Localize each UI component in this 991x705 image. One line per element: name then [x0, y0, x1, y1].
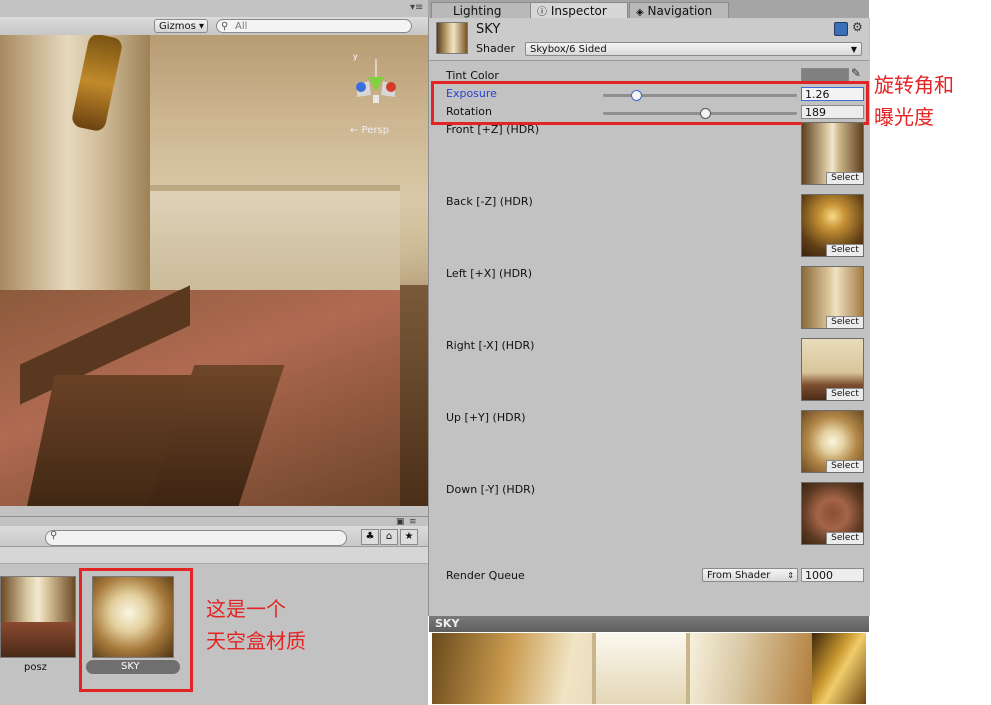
- lock-icon[interactable]: ▣: [396, 517, 405, 527]
- gear-icon[interactable]: ⚙: [852, 20, 863, 34]
- select-button[interactable]: Select: [826, 388, 863, 400]
- eyedropper-icon[interactable]: ✎: [851, 66, 861, 80]
- shader-value: Skybox/6 Sided: [530, 44, 607, 55]
- select-button[interactable]: Select: [826, 172, 863, 184]
- annotation-project-line2: 天空盒材质: [206, 629, 306, 653]
- panel-menu-icon[interactable]: ▾≡: [410, 2, 423, 13]
- face-label-up: Up [+Y] (HDR): [446, 411, 526, 424]
- material-preview[interactable]: [432, 633, 866, 704]
- scene-viewport[interactable]: y ← Persp: [0, 35, 428, 506]
- navigation-tab-label: Navigation: [647, 4, 713, 18]
- face-label-front: Front [+Z] (HDR): [446, 123, 540, 136]
- select-button[interactable]: Select: [826, 460, 863, 472]
- wall-panel: [150, 185, 400, 301]
- scene-search-placeholder: All: [235, 21, 248, 32]
- shader-dropdown[interactable]: Skybox/6 Sided ▼: [525, 42, 862, 56]
- render-queue-input[interactable]: 1000: [801, 568, 864, 582]
- render-queue-label: Render Queue: [446, 569, 525, 582]
- render-queue-mode: From Shader: [707, 570, 771, 581]
- select-button[interactable]: Select: [826, 316, 863, 328]
- search-icon: ⚲: [221, 21, 229, 32]
- asset-label: posz: [24, 662, 47, 673]
- annotation-project-line1: 这是一个: [206, 597, 286, 621]
- help-book-icon[interactable]: [834, 22, 848, 36]
- texture-slot-right[interactable]: Select: [801, 338, 864, 401]
- texture-slot-front[interactable]: Select: [801, 122, 864, 185]
- asset-floor-shape: [1, 622, 75, 657]
- texture-slot-up[interactable]: Select: [801, 410, 864, 473]
- asset-thumbnail-posz[interactable]: [0, 576, 76, 658]
- preview-header: SKY: [429, 616, 869, 632]
- persp-label[interactable]: ← Persp: [350, 125, 389, 136]
- info-icon: ⓘ: [537, 7, 547, 18]
- preview-title: SKY: [435, 617, 460, 630]
- search-icon: ⚲: [50, 530, 58, 541]
- select-button[interactable]: Select: [826, 244, 863, 256]
- orientation-gizmo-icon[interactable]: y: [345, 51, 407, 117]
- select-button[interactable]: Select: [826, 532, 863, 544]
- project-search-input[interactable]: ⚲: [45, 530, 347, 546]
- material-icon: [436, 22, 468, 54]
- texture-slot-back[interactable]: Select: [801, 194, 864, 257]
- filter-label-icon[interactable]: ⌂: [380, 529, 398, 545]
- texture-slot-down[interactable]: Select: [801, 482, 864, 545]
- favorite-star-icon[interactable]: ★: [400, 529, 418, 545]
- gizmos-dropdown[interactable]: Gizmos ▾: [154, 19, 208, 33]
- navigation-icon: ◈: [636, 7, 644, 18]
- tab-inspector[interactable]: ⓘ Inspector: [530, 2, 628, 18]
- render-queue-dropdown[interactable]: From Shader ⇕: [702, 568, 798, 582]
- panel-menu-icon[interactable]: ≡: [409, 517, 417, 527]
- stepper-icon: ⇕: [787, 571, 794, 580]
- shader-label: Shader: [476, 42, 515, 55]
- scene-search-input[interactable]: ⚲ All: [216, 19, 412, 33]
- chevron-down-icon: ▼: [850, 45, 857, 54]
- texture-slot-left[interactable]: Select: [801, 266, 864, 329]
- annotation-inspector-line2: 曝光度: [874, 105, 934, 129]
- annotation-inspector-line1: 旋转角和: [874, 73, 954, 97]
- face-label-down: Down [-Y] (HDR): [446, 483, 536, 496]
- svg-text:y: y: [353, 52, 358, 61]
- annotation-box-exposure-rotation: [431, 81, 869, 125]
- tab-navigation[interactable]: ◈ Navigation: [629, 2, 729, 18]
- preview-gold-shape: [812, 633, 866, 704]
- project-breadcrumb-bar: [0, 547, 428, 564]
- inspector-tab-label: Inspector: [550, 4, 607, 18]
- face-label-right: Right [-X] (HDR): [446, 339, 535, 352]
- preview-arch-shape: [592, 633, 690, 704]
- filter-type-icon[interactable]: ♣: [361, 529, 379, 545]
- tab-lighting[interactable]: Lighting: [431, 2, 531, 18]
- lighting-tab-label: Lighting: [453, 4, 502, 18]
- face-label-left: Left [+X] (HDR): [446, 267, 532, 280]
- material-name: SKY: [476, 22, 501, 37]
- face-label-back: Back [-Z] (HDR): [446, 195, 533, 208]
- pew-shape: [400, 285, 428, 506]
- annotation-box-sky-asset: [79, 568, 193, 692]
